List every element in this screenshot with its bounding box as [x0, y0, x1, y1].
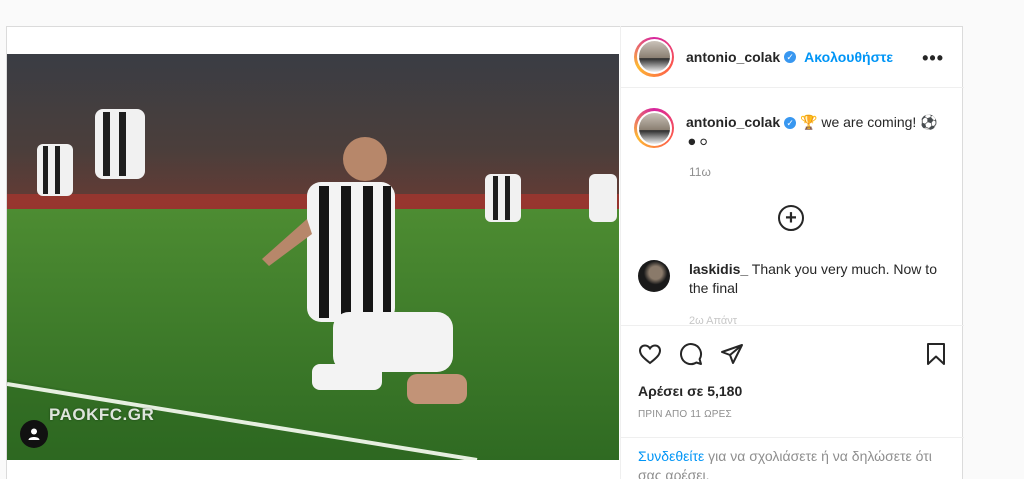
login-link[interactable]: Συνδεθείτε: [638, 448, 704, 464]
post-actions: Αρέσει σε 5,180 ΠΡΙΝ ΑΠΟ 11 ΩΡΕΣ Συνδεθε…: [621, 325, 964, 479]
caption-username[interactable]: antonio_colak: [686, 114, 780, 130]
commenter-avatar[interactable]: [638, 260, 670, 292]
trophy-emoji: 🏆: [800, 114, 818, 130]
author-username[interactable]: antonio_colak: [686, 49, 780, 65]
tagged-user-button[interactable]: [20, 420, 48, 448]
save-bookmark-icon[interactable]: [924, 342, 948, 366]
watermark: PAOKFC.GR: [49, 405, 155, 424]
circles-emoji: ⚫⚪: [686, 134, 710, 150]
post-timestamp[interactable]: ΠΡΙΝ ΑΠΟ 11 ΩΡΕΣ: [638, 409, 732, 420]
stadium-photo: [7, 54, 619, 460]
verified-badge-icon: ✓: [784, 50, 797, 63]
post-header: antonio_colak ✓ Ακολουθήστε •••: [621, 26, 964, 88]
commenter-username[interactable]: laskidis_: [689, 261, 748, 277]
more-options-icon[interactable]: •••: [922, 48, 944, 69]
author-avatar[interactable]: [634, 36, 674, 77]
caption-time[interactable]: 11ω: [689, 165, 711, 179]
caption-text: we are coming!: [821, 114, 917, 130]
likes-count[interactable]: Αρέσει σε 5,180: [638, 383, 742, 399]
comment-item: laskidis_ Thank you very much. Now to th…: [638, 260, 954, 298]
caption-avatar[interactable]: [634, 108, 674, 148]
like-heart-icon[interactable]: [638, 342, 662, 366]
share-send-icon[interactable]: [720, 342, 744, 366]
verified-badge-icon: ✓: [784, 117, 797, 129]
follow-button[interactable]: Ακολουθήστε: [804, 49, 893, 65]
load-more-comments-button[interactable]: +: [778, 205, 804, 231]
user-icon: [28, 428, 40, 440]
post-image[interactable]: [7, 54, 619, 460]
ball-emoji: ⚽: [920, 114, 938, 130]
comment-bubble-icon[interactable]: [679, 342, 703, 366]
login-prompt: Συνδεθείτε για να σχολιάσετε ή να δηλώσε…: [621, 437, 964, 479]
post-sidebar: antonio_colak ✓ Ακολουθήστε ••• antonio_…: [620, 26, 964, 479]
post-caption: antonio_colak ✓ 🏆 we are coming! ⚽ ⚫⚪: [634, 108, 954, 152]
